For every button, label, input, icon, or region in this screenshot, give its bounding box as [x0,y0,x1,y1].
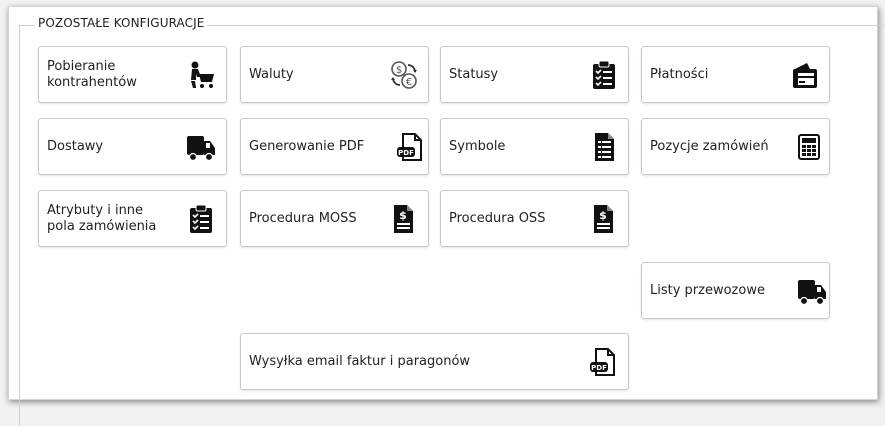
tile-label: Symbole [449,138,506,154]
person-cart-icon [186,60,216,90]
tile-symbole[interactable]: Symbole [440,118,629,175]
tile-statusy[interactable]: Statusy [440,46,629,103]
tile-label: Waluty [249,66,294,82]
tile-generowanie-pdf[interactable]: Generowanie PDF PDF [240,118,429,175]
wallet-icon [790,60,820,90]
tile-pobieranie-kontrahentow[interactable]: Pobieranie kontrahentów [38,46,227,103]
delivery-truck-icon [186,132,216,162]
document-list-icon [589,132,619,162]
tile-procedura-oss[interactable]: Procedura OSS $ [440,190,629,247]
dollar-document-icon: $ [588,204,618,234]
svg-text:PDF: PDF [591,364,607,372]
tile-label: Atrybuty i inne pola zamówienia [47,202,157,234]
svg-text:€: € [406,77,412,88]
tile-label: Pozycje zamówień [650,138,769,154]
dollar-document-icon: $ [388,204,418,234]
tile-label: Generowanie PDF [249,138,365,154]
tile-label: Procedura MOSS [249,210,357,226]
tile-atrybuty[interactable]: Atrybuty i inne pola zamówienia [38,190,227,247]
tile-platnosci[interactable]: Płatności [641,46,830,103]
delivery-truck-icon [797,276,827,306]
clipboard-checklist-icon [589,60,619,90]
tile-listy-przewozowe[interactable]: Listy przewozowe [641,262,830,319]
tile-label: Wysyłka email faktur i paragonów [249,353,471,369]
svg-text:$: $ [396,65,402,76]
tile-waluty[interactable]: Waluty $ € [240,46,429,103]
tile-label: Pobieranie kontrahentów [47,58,137,90]
tile-label: Płatności [650,66,709,82]
svg-text:$: $ [399,209,407,222]
pdf-file-icon: PDF [395,132,425,162]
clipboard-checklist-icon [186,204,216,234]
tile-procedura-moss[interactable]: Procedura MOSS $ [240,190,429,247]
calculator-icon [794,132,824,162]
tile-wysylka-email[interactable]: Wysyłka email faktur i paragonów PDF [240,333,629,390]
tile-label: Statusy [449,66,499,82]
tile-label: Procedura OSS [449,210,546,226]
svg-text:PDF: PDF [398,149,414,157]
currency-exchange-icon: $ € [389,60,419,90]
tile-pozycje-zamowien[interactable]: Pozycje zamówień [641,118,830,175]
section-title: POZOSTAŁE KONFIGURACJE [35,16,208,30]
tile-label: Dostawy [47,138,104,154]
tile-label: Listy przewozowe [650,282,765,298]
tile-dostawy[interactable]: Dostawy [38,118,227,175]
svg-text:$: $ [599,209,607,222]
pdf-file-icon: PDF [588,347,618,377]
